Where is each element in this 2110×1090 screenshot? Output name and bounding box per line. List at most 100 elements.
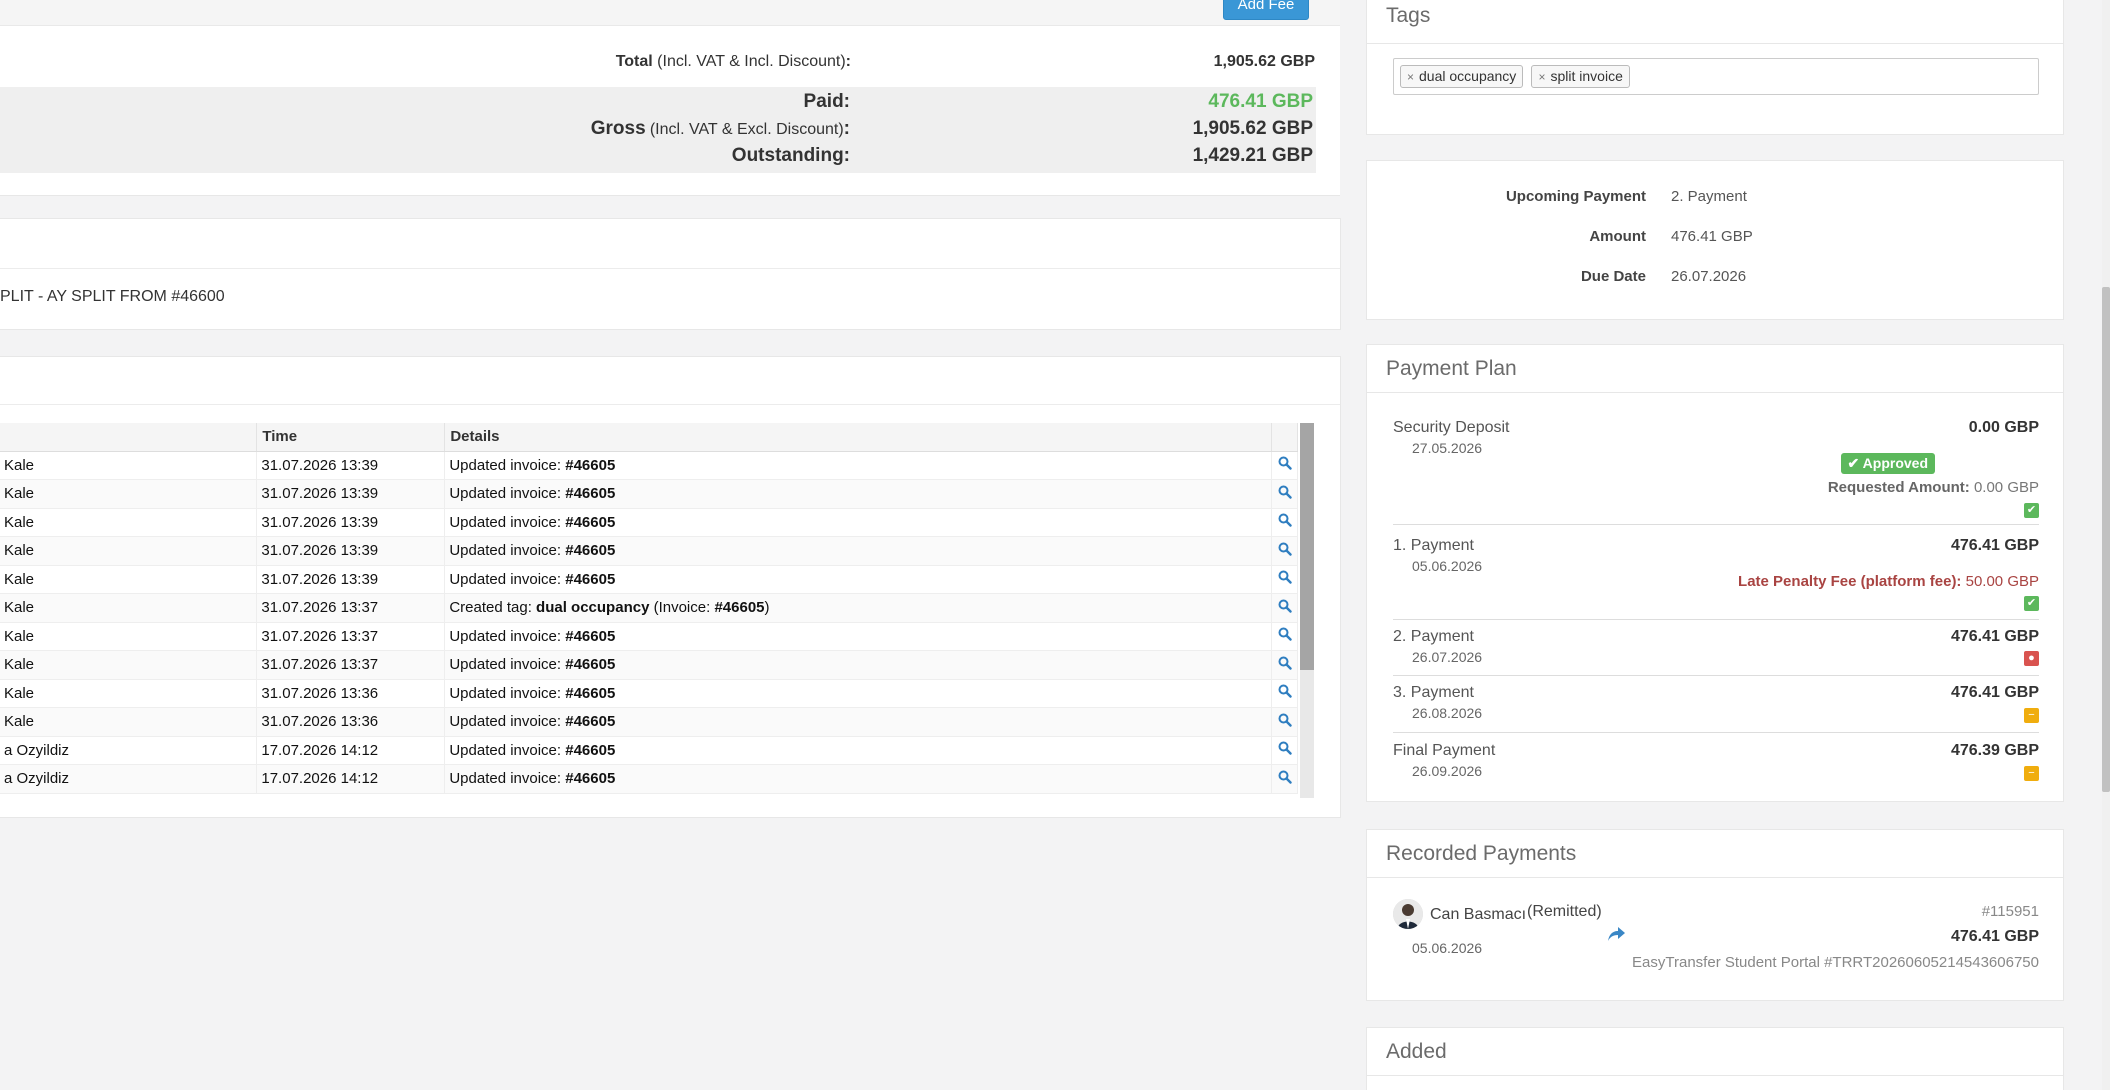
magnifier-icon[interactable]	[1271, 479, 1298, 509]
table-header: Time Details	[0, 423, 1298, 452]
tags-title: Tags	[1367, 0, 2063, 44]
fees-footer	[0, 0, 1340, 26]
upcoming-due-value: 26.07.2026	[1671, 268, 1747, 285]
payment-amount: 476.41 GBP	[1950, 928, 2039, 945]
log-details: Updated invoice: #46605	[444, 679, 1272, 708]
plan-item-name: 2. Payment	[1393, 628, 1474, 645]
table-row: Kale 31.07.2026 13:39 Updated invoice: #46…	[0, 479, 1298, 509]
table-row: Kale 31.07.2026 13:36 Updated invoice: #46…	[0, 679, 1298, 708]
tag-chip[interactable]: × split invoice	[1531, 65, 1630, 88]
detail-ref: #46605	[565, 513, 616, 531]
page-scrollbar-thumb[interactable]	[2102, 287, 2110, 792]
remove-tag-icon[interactable]: ×	[1407, 70, 1414, 84]
log-user: a Ozyildiz	[0, 736, 258, 765]
detail-ref: #46605	[565, 656, 616, 674]
add-fee-button[interactable]: Add Fee	[1223, 0, 1309, 20]
log-time: 17.07.2026 14:12	[256, 736, 446, 765]
tag-chip[interactable]: × dual occupancy	[1400, 65, 1524, 88]
magnifier-icon[interactable]	[1271, 622, 1298, 651]
table-row: Kale 31.07.2026 13:39 Updated invoice: #46…	[0, 508, 1298, 537]
plan-item-date: 26.08.2026	[1412, 705, 1483, 721]
log-details: Updated invoice: #46605	[444, 451, 1272, 480]
magnifier-icon[interactable]	[1271, 679, 1298, 708]
share-icon[interactable]	[1608, 927, 1626, 945]
log-details: Updated invoice: #46605	[444, 622, 1272, 651]
plan-item-name: 3. Payment	[1393, 684, 1474, 701]
page-scrollbar[interactable]	[2102, 0, 2110, 1090]
notes-heading	[0, 219, 1340, 269]
upcoming-payment-label: Upcoming Payment	[1505, 188, 1646, 205]
detail-prefix: Updated invoice:	[449, 485, 566, 503]
payment-id[interactable]: #115951	[1982, 903, 2039, 920]
log-time: 31.07.2026 13:37	[256, 593, 446, 623]
detail-ref: #46605	[565, 456, 616, 474]
magnifier-icon[interactable]	[1271, 508, 1298, 537]
detail-prefix: Updated invoice:	[449, 627, 566, 645]
magnifier-icon[interactable]	[1271, 707, 1298, 737]
magnifier-icon[interactable]	[1271, 536, 1298, 566]
plan-item-final: Final Payment 26.09.2026 476.39 GBP −	[1393, 733, 2039, 785]
column-details: Details	[444, 423, 1272, 452]
log-details: Updated invoice: #46605	[444, 565, 1272, 594]
detail-ref: #46605	[565, 770, 616, 788]
table-row: Kale 31.07.2026 13:36 Updated invoice: #46…	[0, 707, 1298, 737]
plan-item-payment-1: 1. Payment 05.06.2026 476.41 GBP Late Pe…	[1393, 537, 2039, 620]
detail-prefix: Updated invoice:	[449, 570, 566, 588]
log-user: Kale	[0, 707, 258, 737]
status-pending-icon: −	[2024, 708, 2039, 723]
detail-prefix: Updated invoice:	[449, 656, 566, 674]
log-time: 31.07.2026 13:39	[256, 479, 446, 509]
table-row: Kale 31.07.2026 13:39 Updated invoice: #46…	[0, 536, 1298, 566]
detail-prefix: Updated invoice:	[449, 713, 566, 731]
magnifier-icon[interactable]	[1271, 764, 1298, 794]
total-row: Total (Incl. VAT & Incl. Discount): 1,90…	[0, 49, 1340, 75]
log-user: Kale	[0, 650, 258, 680]
plan-item-amount: 476.41 GBP	[1950, 537, 2039, 554]
remove-tag-icon[interactable]: ×	[1538, 70, 1545, 84]
detail-ref: #46605	[565, 684, 616, 702]
log-user: Kale	[0, 593, 258, 623]
status-check-icon: ✔	[2024, 596, 2039, 611]
detail-ref: #46605	[565, 542, 616, 560]
gross-label: Gross	[590, 118, 646, 139]
table-scrollbar-thumb[interactable]	[1300, 423, 1314, 670]
paid-row: Paid: 476.41 GBP	[0, 89, 1340, 115]
plan-item-payment-2: 2. Payment 26.07.2026 476.41 GBP ●	[1393, 620, 2039, 676]
log-time: 31.07.2026 13:37	[256, 650, 446, 680]
payer-name[interactable]: Can Basmacı	[1430, 906, 1526, 924]
detail-ref: dual occupancy	[536, 599, 650, 617]
magnifier-icon[interactable]	[1271, 736, 1298, 765]
upcoming-payment-value: 2. Payment	[1671, 188, 1747, 205]
detail-prefix: Updated invoice:	[449, 684, 566, 702]
magnifier-icon[interactable]	[1271, 650, 1298, 680]
tag-label: dual occupancy	[1419, 68, 1517, 84]
plan-item-amount: 476.41 GBP	[1950, 628, 2039, 645]
total-colon: :	[845, 53, 851, 70]
late-penalty-label: Late Penalty Fee (platform fee):	[1738, 573, 1962, 590]
detail-prefix: Updated invoice:	[449, 513, 566, 531]
magnifier-icon[interactable]	[1271, 451, 1298, 480]
log-time: 31.07.2026 13:37	[256, 622, 446, 651]
magnifier-icon[interactable]	[1271, 593, 1298, 623]
payment-status: (Remitted)	[1527, 903, 1602, 920]
log-time: 31.07.2026 13:36	[256, 679, 446, 708]
tags-input[interactable]: × dual occupancy × split invoice	[1393, 58, 2039, 95]
approved-badge: ✔ Approved	[1840, 453, 1935, 474]
plan-item-date: 27.05.2026	[1412, 440, 1483, 456]
log-details: Updated invoice: #46605	[444, 736, 1272, 765]
plan-item-amount: 476.39 GBP	[1950, 742, 2039, 759]
status-pending-icon: −	[2024, 766, 2039, 781]
log-time: 31.07.2026 13:39	[256, 536, 446, 566]
magnifier-icon[interactable]	[1271, 565, 1298, 594]
table-row: a Ozyildiz 17.07.2026 14:12 Updated invoic…	[0, 736, 1298, 765]
plan-item-date: 26.07.2026	[1412, 649, 1483, 665]
plan-item-deposit: Security Deposit 27.05.2026 0.00 GBP ✔ A…	[1393, 419, 2039, 525]
payment-reference: EasyTransfer Student Portal #TRRT2026060…	[1632, 954, 2039, 971]
invoice-totals: Add Fee Total (Incl. VAT & Incl. Discoun…	[0, 0, 1340, 196]
tags-panel: Tags × dual occupancy × split invoice	[1366, 0, 2064, 135]
table-scrollbar[interactable]	[1300, 423, 1314, 798]
table-row: Kale 31.07.2026 13:37 Created tag: dual oc…	[0, 593, 1298, 623]
upcoming-amount-value: 476.41 GBP	[1671, 228, 1753, 245]
outstanding-value: 1,429.21 GBP	[1192, 145, 1313, 166]
log-details: Updated invoice: #46605	[444, 650, 1272, 680]
